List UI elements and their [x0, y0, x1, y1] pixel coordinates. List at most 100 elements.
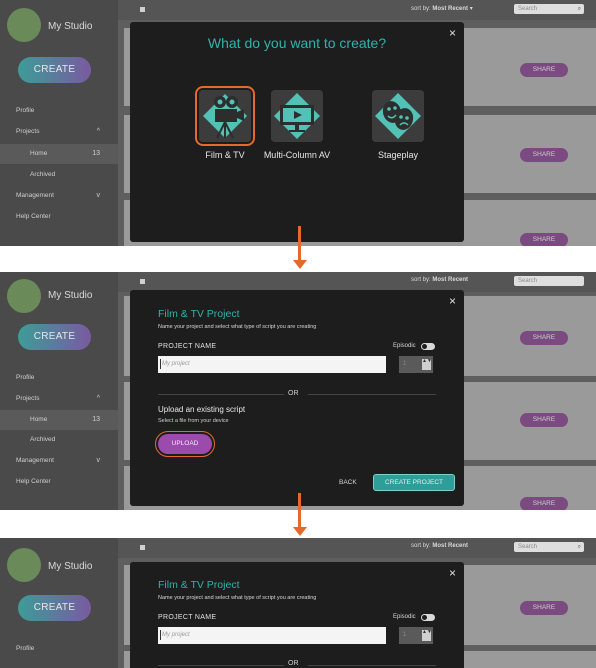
film-tv-project-modal: × Film & TV Project Name your project an…: [130, 290, 464, 506]
modal-title: Film & TV Project: [158, 579, 240, 591]
sidebar-item-profile[interactable]: Profile: [0, 368, 118, 388]
avatar[interactable]: [7, 548, 41, 582]
stepper-arrows-icon[interactable]: ▲▼: [422, 359, 432, 370]
episodic-label: Episodic: [393, 614, 416, 620]
search-input[interactable]: Search: [514, 276, 584, 286]
sidebar-item-home[interactable]: Home 13: [0, 144, 118, 164]
sidebar-item-archived[interactable]: Archived: [0, 165, 118, 185]
create-project-button[interactable]: CREATE PROJECT: [373, 474, 455, 491]
studio-name: My Studio: [48, 561, 93, 572]
sidebar-item-help[interactable]: Help Center: [0, 207, 118, 227]
sidebar-item-projects[interactable]: Projects ^: [0, 389, 118, 409]
project-name-input[interactable]: My project: [158, 627, 386, 644]
sort-value: Most Recent: [432, 6, 469, 12]
sort-dropdown[interactable]: sort by: Most Recent ▾: [411, 5, 473, 12]
studio-name: My Studio: [48, 290, 93, 301]
chevron-up-icon: ^: [96, 128, 100, 135]
sidebar: My Studio CREATE Profile Projects ^ Home…: [0, 0, 118, 246]
home-count: 13: [92, 416, 100, 423]
step-arrow-icon: [293, 226, 307, 272]
step-arrow-icon: [293, 493, 307, 538]
sidebar-item-label: Projects: [16, 128, 40, 135]
create-button[interactable]: CREATE: [18, 595, 91, 621]
share-button[interactable]: SHARE: [520, 413, 568, 427]
close-icon[interactable]: ×: [449, 294, 456, 308]
select-all-checkbox[interactable]: [140, 279, 145, 284]
divider: [158, 665, 284, 666]
chevron-down-icon: v: [96, 192, 101, 199]
sort-label: sort by:: [411, 277, 431, 283]
divider: [308, 665, 436, 666]
sidebar-item-profile[interactable]: Profile: [0, 639, 118, 659]
upload-subtitle: Select a file from your device: [158, 418, 229, 424]
create-type-modal: × What do you want to create? Film & TV …: [130, 22, 464, 242]
avatar[interactable]: [7, 8, 41, 42]
episode-stepper[interactable]: 1 ▲▼: [399, 356, 433, 373]
option-multi-column-av[interactable]: Multi-Column AV: [242, 90, 352, 160]
sidebar-item-label: Home: [30, 416, 48, 423]
episodic-toggle[interactable]: [421, 614, 435, 621]
modal-title: What do you want to create?: [207, 35, 387, 51]
episodic-label: Episodic: [393, 343, 416, 349]
sort-value: Most Recent: [432, 543, 469, 549]
modal-title: Film & TV Project: [158, 308, 240, 320]
sidebar-item-management[interactable]: Management v: [0, 451, 118, 471]
share-button[interactable]: SHARE: [520, 331, 568, 345]
sidebar-item-profile[interactable]: Profile: [0, 101, 118, 121]
home-count: 13: [92, 150, 100, 157]
option-stageplay[interactable]: Stageplay: [343, 90, 453, 160]
sidebar-item-archived[interactable]: Archived: [0, 430, 118, 450]
create-button[interactable]: CREATE: [18, 57, 91, 83]
share-button[interactable]: SHARE: [520, 148, 568, 162]
close-icon[interactable]: ×: [449, 566, 456, 580]
studio-name: My Studio: [48, 21, 93, 32]
chevron-down-icon: v: [96, 457, 101, 464]
sidebar-item-label: Management: [16, 457, 54, 464]
sidebar-item-management[interactable]: Management v: [0, 186, 118, 206]
select-all-checkbox[interactable]: [140, 7, 145, 12]
avatar[interactable]: [7, 279, 41, 313]
sidebar-item-home[interactable]: Home 13: [0, 410, 118, 430]
topbar: sort by: Most Recent Search: [118, 272, 596, 292]
search-icon: ⌕: [577, 6, 581, 12]
sidebar-item-projects[interactable]: Projects ^: [0, 122, 118, 142]
create-button[interactable]: CREATE: [18, 324, 91, 350]
video-player-icon: [271, 90, 323, 142]
sidebar-item-help[interactable]: Help Center: [0, 472, 118, 492]
option-label: Stageplay: [377, 150, 419, 160]
project-name-label: PROJECT NAME: [158, 614, 217, 621]
or-label: OR: [288, 390, 299, 397]
modal-subtitle: Name your project and select what type o…: [158, 595, 317, 601]
search-placeholder: Search: [518, 544, 538, 550]
sidebar-item-label: Projects: [16, 395, 40, 402]
search-input[interactable]: Search ⌕: [514, 4, 584, 14]
search-placeholder: Search: [518, 6, 538, 12]
share-button[interactable]: SHARE: [520, 497, 568, 510]
share-button[interactable]: SHARE: [520, 601, 568, 615]
sidebar: My Studio CREATE Profile Projects ^ Home…: [0, 272, 118, 510]
episodic-toggle[interactable]: [421, 343, 435, 350]
screen-step-1: My Studio CREATE Profile Projects ^ Home…: [0, 0, 596, 246]
select-all-checkbox[interactable]: [140, 545, 145, 550]
search-input[interactable]: Search ⌕: [514, 542, 584, 552]
sort-dropdown[interactable]: sort by: Most Recent: [411, 277, 468, 283]
back-button[interactable]: BACK: [339, 479, 357, 486]
divider: [158, 394, 284, 395]
sidebar: My Studio CREATE Profile: [0, 538, 118, 668]
screen-step-3: My Studio CREATE Profile sort by: Most R…: [0, 538, 596, 668]
share-button[interactable]: SHARE: [520, 233, 568, 246]
episode-stepper[interactable]: 1 ▲▼: [399, 627, 433, 644]
project-name-label: PROJECT NAME: [158, 343, 217, 350]
upload-button[interactable]: UPLOAD: [155, 431, 215, 457]
project-name-input[interactable]: My project: [158, 356, 386, 373]
screen-step-2: My Studio CREATE Profile Projects ^ Home…: [0, 272, 596, 510]
stepper-arrows-icon[interactable]: ▲▼: [422, 630, 432, 641]
sidebar-item-label: Home: [30, 150, 48, 157]
share-button[interactable]: SHARE: [520, 63, 568, 77]
sort-value: Most Recent: [432, 277, 469, 283]
episode-count: 1: [403, 632, 407, 638]
episode-count: 1: [403, 361, 407, 367]
search-placeholder: Search: [518, 278, 538, 284]
search-icon: ⌕: [577, 544, 581, 550]
sort-dropdown[interactable]: sort by: Most Recent: [411, 543, 468, 549]
